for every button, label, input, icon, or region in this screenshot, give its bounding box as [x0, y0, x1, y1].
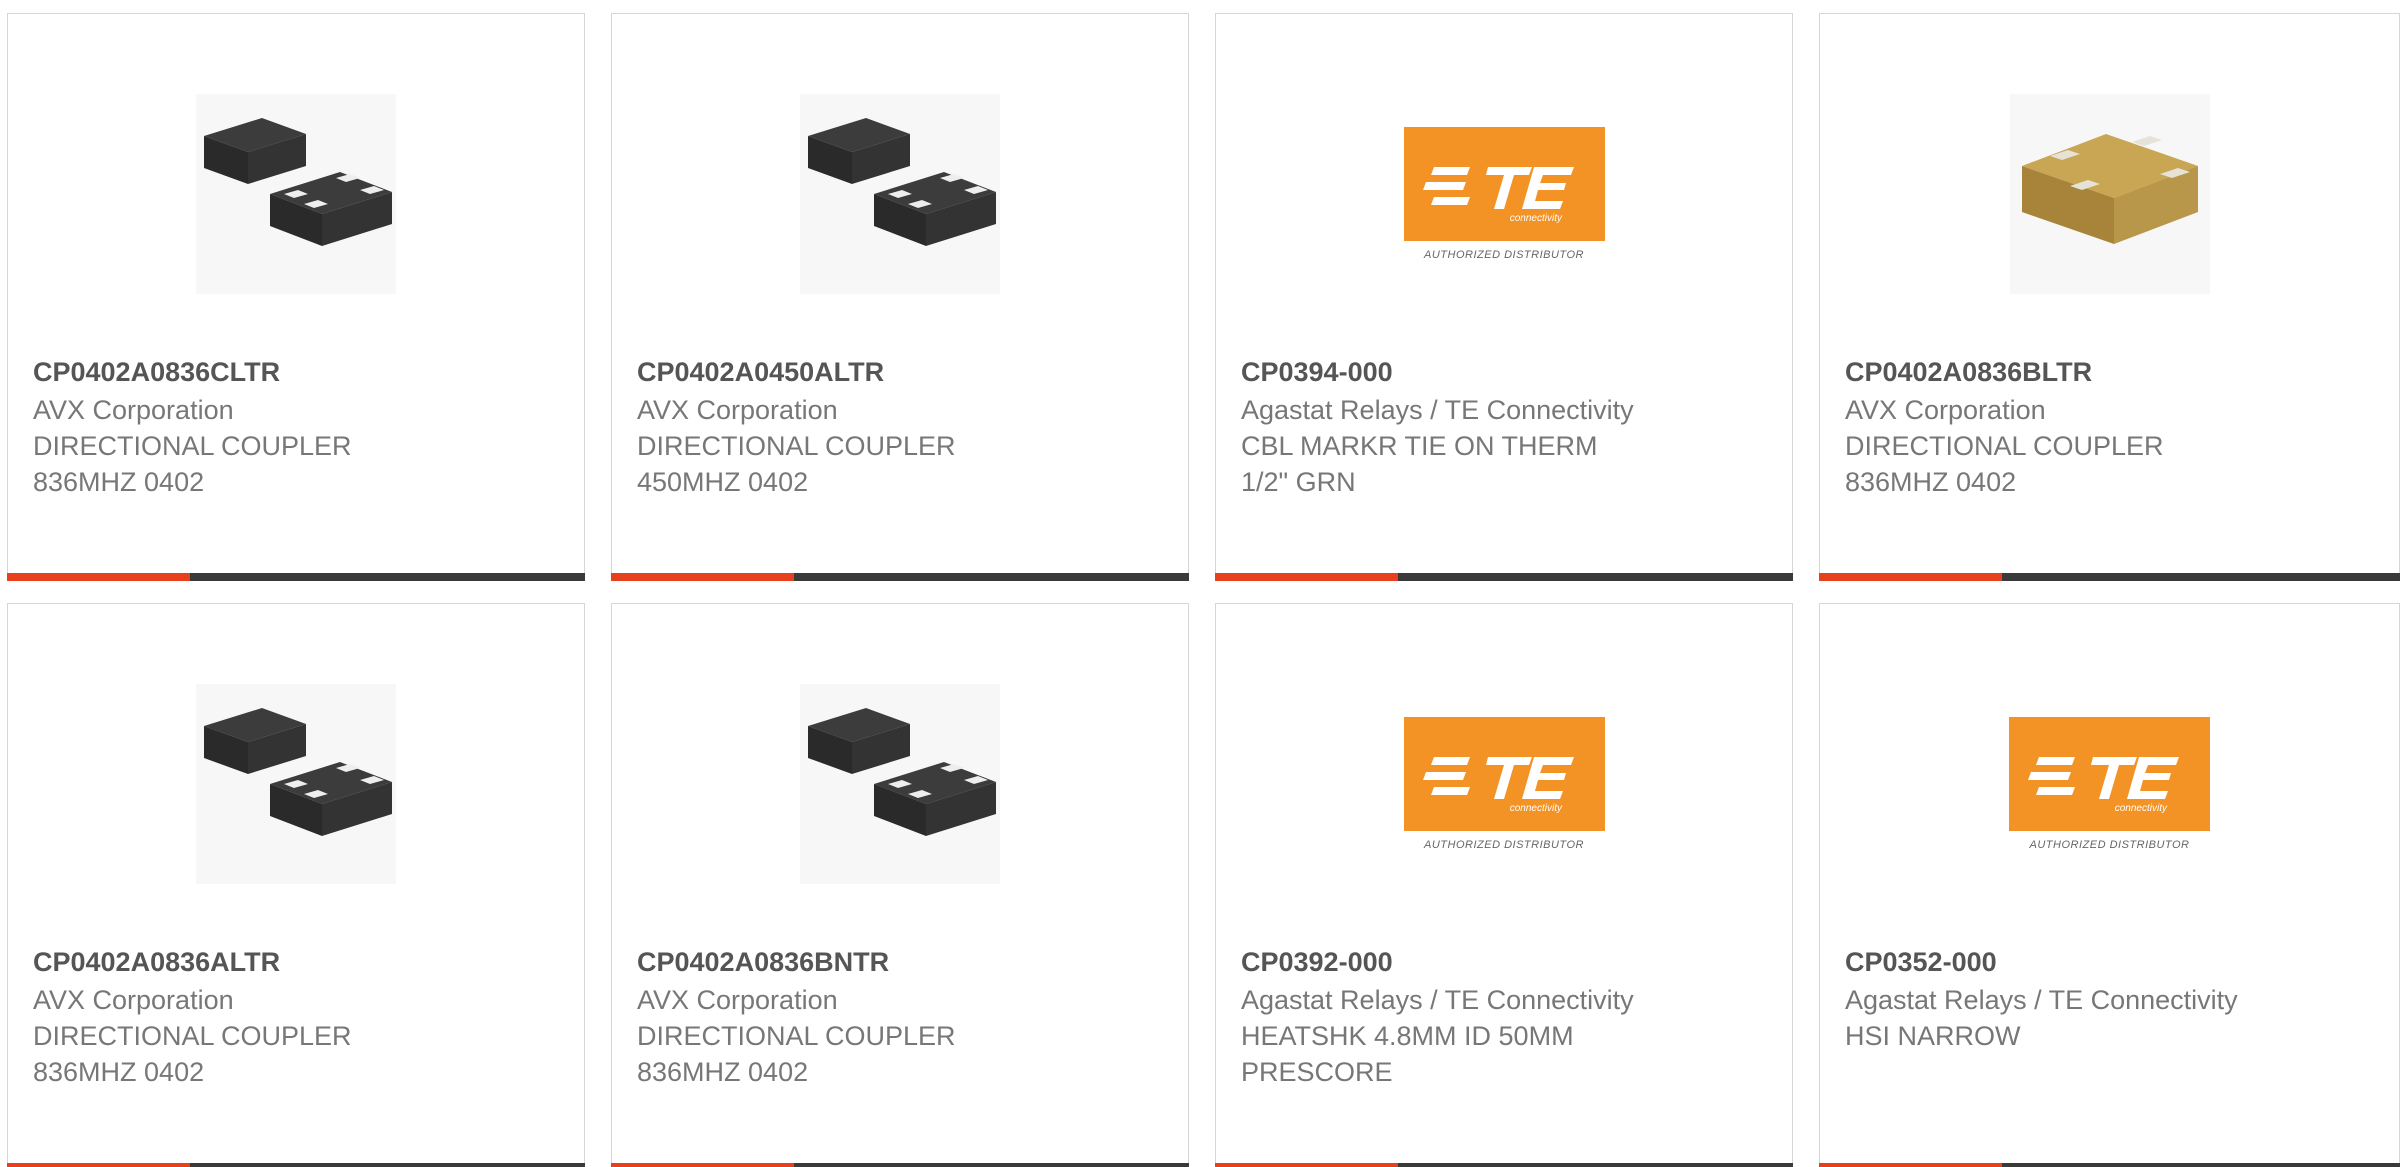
te-logo-box: connectivity — [1403, 717, 1605, 831]
product-image[interactable] — [8, 84, 584, 304]
chip-dark-image — [800, 94, 1000, 294]
chip-dark-image — [800, 684, 1000, 884]
card-accent — [1215, 1163, 1398, 1167]
te-logo-icon: connectivity — [2028, 757, 2179, 814]
te-logo-icon: connectivity — [1422, 167, 1574, 224]
description-line: DIRECTIONAL COUPLER — [33, 431, 352, 461]
manufacturer: AVX Corporation — [33, 395, 234, 425]
product-card[interactable]: connectivity AUTHORIZED DISTRIBUTOR CP03… — [1215, 603, 1793, 1167]
description-line: 836MHZ 0402 — [33, 467, 205, 497]
description-line: DIRECTIONAL COUPLER — [637, 431, 956, 461]
part-number[interactable]: CP0402A0450ALTR — [637, 354, 1167, 390]
te-logo-caption: AUTHORIZED DISTRIBUTOR — [1424, 249, 1584, 261]
description-line: 836MHZ 0402 — [637, 1057, 809, 1087]
svg-text:connectivity: connectivity — [1509, 213, 1562, 224]
te-logo-caption: AUTHORIZED DISTRIBUTOR — [2029, 839, 2190, 851]
product-grid: CP0402A0836CLTR AVX Corporation DIRECTIO… — [0, 0, 2400, 1167]
description-line: HEATSHK 4.8MM ID 50MM — [1241, 1021, 1574, 1051]
description-line: HSI NARROW — [1845, 1021, 2021, 1051]
product-card[interactable]: connectivity AUTHORIZED DISTRIBUTOR CP03… — [1819, 603, 2400, 1167]
product-image[interactable]: connectivity AUTHORIZED DISTRIBUTOR — [1216, 84, 1792, 304]
manufacturer: Agastat Relays / TE Connectivity — [1241, 985, 1634, 1015]
card-accent — [611, 573, 794, 581]
manufacturer: AVX Corporation — [637, 985, 838, 1015]
card-bottom-bar — [1215, 1163, 1793, 1167]
te-logo-box: connectivity — [1403, 127, 1605, 241]
part-number[interactable]: CP0394-000 — [1241, 354, 1771, 390]
card-bottom-bar — [1819, 1163, 2400, 1167]
card-accent — [1819, 1163, 2002, 1167]
product-card[interactable]: CP0402A0836BLTR AVX Corporation DIRECTIO… — [1819, 13, 2400, 581]
te-logo: connectivity AUTHORIZED DISTRIBUTOR — [1403, 127, 1605, 261]
description-line: PRESCORE — [1241, 1057, 1393, 1087]
te-logo: connectivity AUTHORIZED DISTRIBUTOR — [1403, 717, 1605, 851]
product-image[interactable] — [612, 674, 1188, 894]
description-line: CBL MARKR TIE ON THERM — [1241, 431, 1598, 461]
card-accent — [1215, 573, 1398, 581]
product-image[interactable] — [1820, 84, 2399, 304]
product-card[interactable]: CP0402A0836ALTR AVX Corporation DIRECTIO… — [7, 603, 585, 1167]
chip-gold-image — [2009, 94, 2210, 294]
card-bottom-bar — [7, 1163, 585, 1167]
product-card[interactable]: CP0402A0836CLTR AVX Corporation DIRECTIO… — [7, 13, 585, 581]
manufacturer: AVX Corporation — [1845, 395, 2046, 425]
card-accent — [1819, 573, 2002, 581]
description-line: 1/2" GRN — [1241, 467, 1356, 497]
card-bottom-bar — [7, 573, 585, 581]
card-accent — [7, 1163, 190, 1167]
card-bottom-bar — [611, 573, 1189, 581]
part-number[interactable]: CP0402A0836ALTR — [33, 944, 563, 980]
product-card[interactable]: connectivity AUTHORIZED DISTRIBUTOR CP03… — [1215, 13, 1793, 581]
card-bottom-bar — [611, 1163, 1189, 1167]
product-card[interactable]: CP0402A0450ALTR AVX Corporation DIRECTIO… — [611, 13, 1189, 581]
description-line: 450MHZ 0402 — [637, 467, 809, 497]
product-image[interactable]: connectivity AUTHORIZED DISTRIBUTOR — [1216, 674, 1792, 894]
description-line: 836MHZ 0402 — [33, 1057, 205, 1087]
te-logo-box: connectivity — [2009, 717, 2210, 831]
description-line: DIRECTIONAL COUPLER — [1845, 431, 2164, 461]
manufacturer: AVX Corporation — [33, 985, 234, 1015]
product-card[interactable]: CP0402A0836BNTR AVX Corporation DIRECTIO… — [611, 603, 1189, 1167]
part-number[interactable]: CP0402A0836BLTR — [1845, 354, 2375, 390]
te-logo-icon: connectivity — [1422, 757, 1574, 814]
svg-text:connectivity: connectivity — [2115, 803, 2168, 814]
svg-text:connectivity: connectivity — [1509, 803, 1562, 814]
te-logo: connectivity AUTHORIZED DISTRIBUTOR — [2009, 717, 2210, 851]
chip-dark-image — [196, 94, 396, 294]
product-image[interactable] — [8, 674, 584, 894]
chip-dark-image — [196, 684, 396, 884]
manufacturer: AVX Corporation — [637, 395, 838, 425]
manufacturer: Agastat Relays / TE Connectivity — [1241, 395, 1634, 425]
description-line: DIRECTIONAL COUPLER — [637, 1021, 956, 1051]
description-line: 836MHZ 0402 — [1845, 467, 2017, 497]
te-logo-caption: AUTHORIZED DISTRIBUTOR — [1424, 839, 1584, 851]
card-bottom-bar — [1215, 573, 1793, 581]
product-image[interactable] — [612, 84, 1188, 304]
part-number[interactable]: CP0402A0836BNTR — [637, 944, 1167, 980]
card-accent — [7, 573, 190, 581]
card-accent — [611, 1163, 794, 1167]
part-number[interactable]: CP0402A0836CLTR — [33, 354, 563, 390]
part-number[interactable]: CP0392-000 — [1241, 944, 1771, 980]
description-line: DIRECTIONAL COUPLER — [33, 1021, 352, 1051]
product-image[interactable]: connectivity AUTHORIZED DISTRIBUTOR — [1820, 674, 2399, 894]
card-bottom-bar — [1819, 573, 2400, 581]
part-number[interactable]: CP0352-000 — [1845, 944, 2375, 980]
manufacturer: Agastat Relays / TE Connectivity — [1845, 985, 2238, 1015]
